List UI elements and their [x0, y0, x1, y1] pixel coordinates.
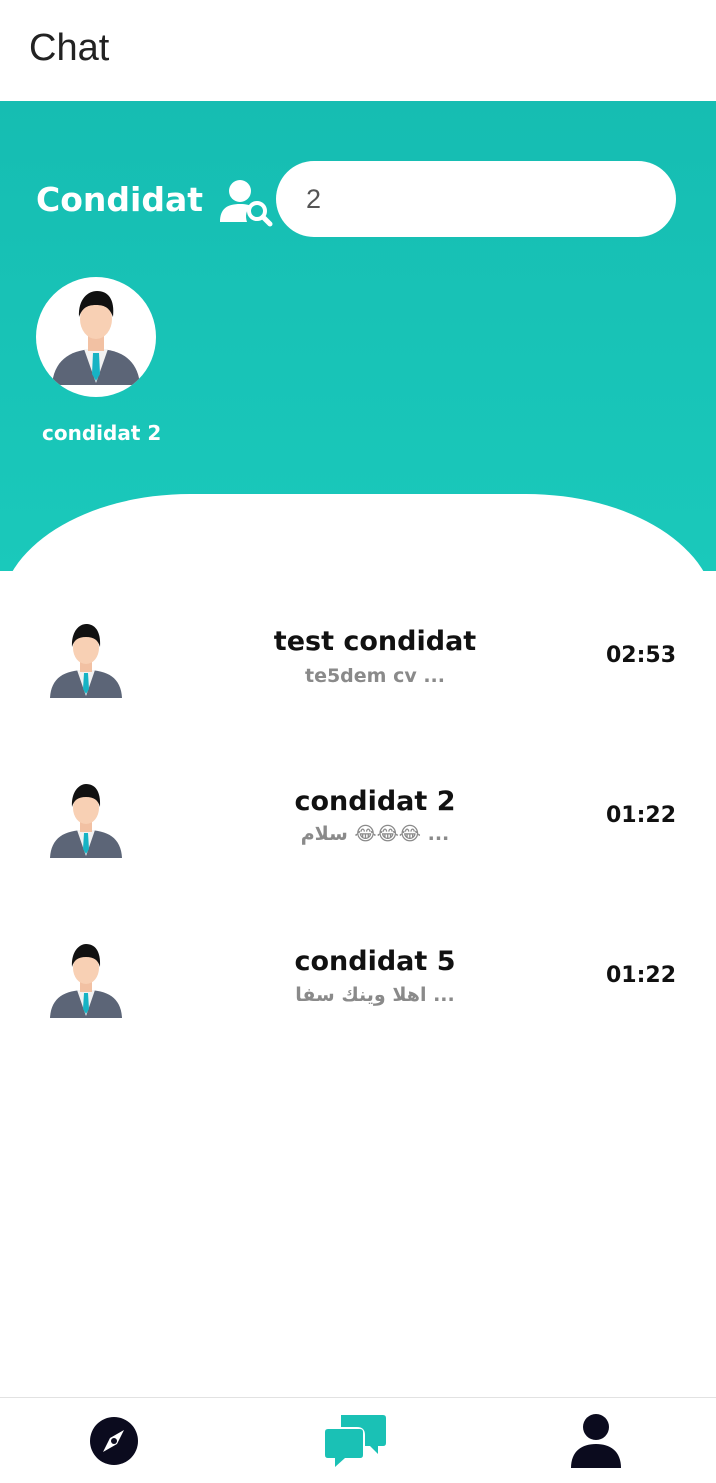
avatar	[50, 784, 122, 858]
avatar	[50, 944, 122, 1018]
avatar	[50, 624, 122, 698]
conversation-time: 01:22	[605, 963, 676, 988]
conversation-item[interactable]: test condidat te5dem cv ... 02:53	[0, 590, 716, 720]
nav-profile-button[interactable]	[536, 1398, 656, 1483]
profile-icon	[571, 1413, 621, 1468]
nav-explore-button[interactable]	[54, 1398, 174, 1483]
conversation-item[interactable]: condidat 5 اهلا وينك سفا ... 01:22	[0, 910, 716, 1040]
conversation-item[interactable]: condidat 2 سلام 😂😂😂 ... 01:22	[0, 750, 716, 880]
compass-icon	[90, 1416, 138, 1465]
app-bar: Chat	[0, 0, 716, 101]
conversation-name: condidat 5	[294, 946, 456, 977]
nav-chat-button[interactable]	[296, 1398, 416, 1483]
bottom-navigation	[0, 1397, 716, 1483]
avatar	[52, 291, 140, 385]
conversation-time: 02:53	[605, 643, 676, 668]
page-title: Chat	[29, 27, 110, 69]
conversation-last-message: سلام 😂😂😂 ...	[300, 823, 450, 845]
conversation-time: 01:22	[605, 803, 676, 828]
search-field	[276, 161, 676, 237]
user-search-button[interactable]	[218, 178, 274, 228]
conversation-name: test condidat	[273, 626, 477, 657]
search-input[interactable]	[306, 161, 646, 237]
user-search-icon	[220, 180, 273, 227]
online-user-name: condidat 2	[42, 421, 162, 445]
conversation-name: condidat 2	[294, 786, 456, 817]
chat-bubbles-icon	[325, 1414, 386, 1467]
conversation-last-message: te5dem cv ...	[304, 665, 445, 687]
conversation-last-message: اهلا وينك سفا ...	[295, 984, 455, 1006]
section-title: Condidat	[36, 180, 203, 219]
online-user-avatar[interactable]	[36, 277, 156, 397]
